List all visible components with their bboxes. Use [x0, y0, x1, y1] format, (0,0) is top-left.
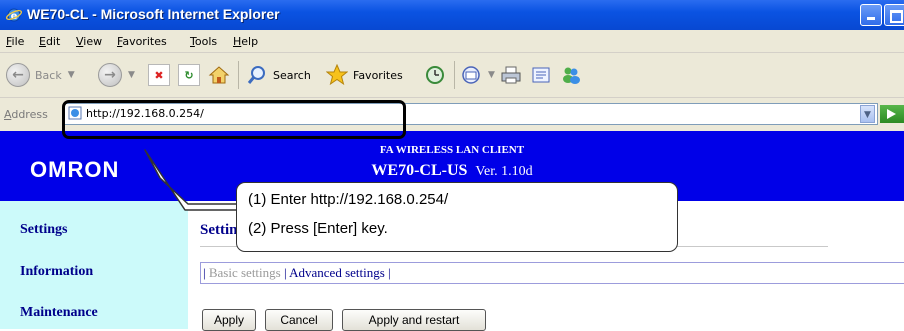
instruction-step-2: (2) Press [Enter] key. — [248, 220, 388, 237]
instruction-step-1: (1) Enter http://192.168.0.254/ — [248, 191, 449, 208]
callout-pointer-arrow — [144, 149, 241, 211]
instruction-callout: (1) Enter http://192.168.0.254/ (2) Pres… — [236, 182, 678, 252]
